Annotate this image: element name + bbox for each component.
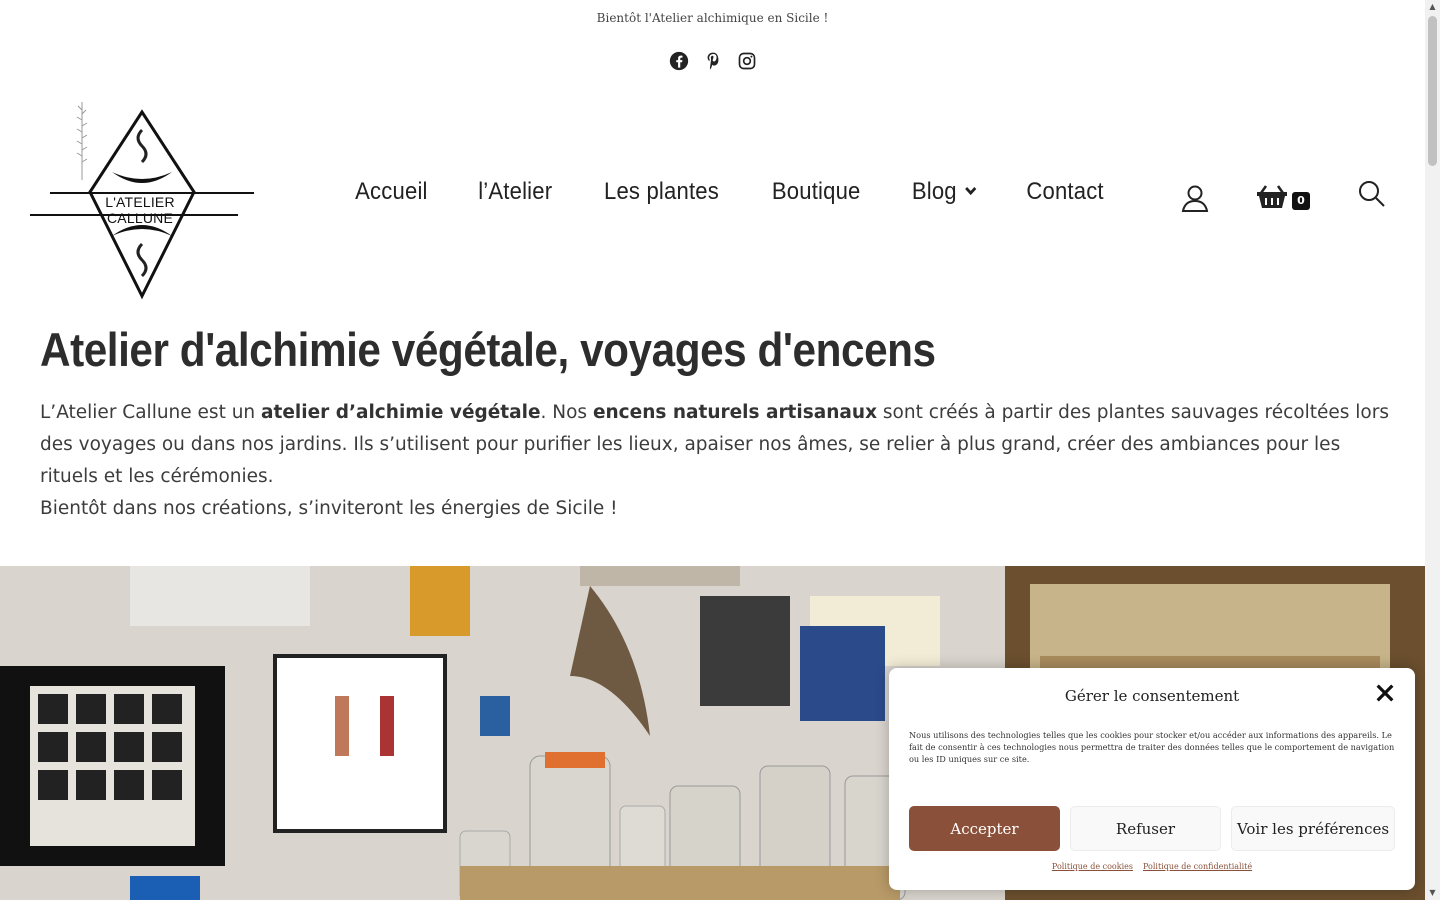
- intro-bold-encens: encens naturels artisanaux: [592, 402, 877, 423]
- social-links: [0, 50, 1425, 72]
- intro-paragraph-sicile: Bientôt dans nos créations, s’inviteront…: [40, 498, 618, 519]
- intro-paragraph: L’Atelier Callune est un atelier d’alchi…: [40, 397, 1400, 493]
- consent-message: Nous utilisons des technologies telles q…: [909, 730, 1395, 764]
- scroll-up-arrow-icon[interactable]: ▲: [1428, 2, 1437, 12]
- nav-item-accueil[interactable]: Accueil: [335, 178, 448, 206]
- facebook-icon[interactable]: [668, 50, 690, 72]
- nav-item-blog-label: Blog: [911, 178, 957, 205]
- intro-text: L’Atelier Callune est un atelier d’alchi…: [40, 397, 1400, 525]
- consent-title: Gérer le consentement: [1064, 687, 1240, 705]
- intro-text-part: . Nos: [540, 402, 593, 423]
- page-title: Atelier d'alchimie végétale, voyages d'e…: [40, 323, 936, 376]
- user-account-icon[interactable]: [1180, 183, 1210, 213]
- instagram-icon[interactable]: [736, 50, 758, 72]
- scrollbar-thumb[interactable]: [1428, 16, 1437, 166]
- preferences-button[interactable]: Voir les préférences: [1231, 806, 1395, 851]
- site-logo[interactable]: L'ATELIER CALLUNE: [30, 100, 254, 300]
- nav-item-blog[interactable]: Blog: [891, 178, 997, 206]
- search-icon[interactable]: [1358, 180, 1386, 208]
- logo-text: L'ATELIER CALLUNE: [105, 194, 175, 226]
- nav-item-atelier[interactable]: l’Atelier: [458, 178, 573, 206]
- scrollbar[interactable]: ▲ ▼: [1425, 0, 1440, 900]
- nav-item-plantes[interactable]: Les plantes: [584, 178, 739, 206]
- close-icon[interactable]: [1373, 682, 1397, 706]
- refuse-button[interactable]: Refuser: [1070, 806, 1221, 851]
- consent-links: Politique de cookies Politique de confid…: [889, 862, 1415, 871]
- basket-icon[interactable]: [1256, 182, 1288, 210]
- cookie-consent-dialog: Gérer le consentement Nous utilisons des…: [889, 668, 1415, 890]
- announcement-text: Bientôt l'Atelier alchimique en Sicile !: [596, 11, 829, 25]
- cookie-policy-link[interactable]: Politique de cookies: [1052, 862, 1133, 871]
- scroll-down-arrow-icon[interactable]: ▼: [1428, 888, 1437, 898]
- nav-item-boutique[interactable]: Boutique: [752, 178, 881, 206]
- pinterest-icon[interactable]: [702, 50, 724, 72]
- main-nav: Accueil l’Atelier Les plantes Boutique B…: [330, 178, 1130, 206]
- accept-button[interactable]: Accepter: [909, 806, 1060, 851]
- cart-count-badge: 0: [1292, 192, 1310, 210]
- intro-bold-atelier: atelier d’alchimie végétale: [261, 402, 541, 423]
- chevron-down-icon: [964, 183, 977, 201]
- announcement-bar: Bientôt l'Atelier alchimique en Sicile !: [0, 0, 1425, 36]
- intro-text-part: L’Atelier Callune est un: [40, 402, 262, 423]
- privacy-policy-link[interactable]: Politique de confidentialité: [1143, 862, 1252, 871]
- nav-item-contact[interactable]: Contact: [1007, 178, 1125, 206]
